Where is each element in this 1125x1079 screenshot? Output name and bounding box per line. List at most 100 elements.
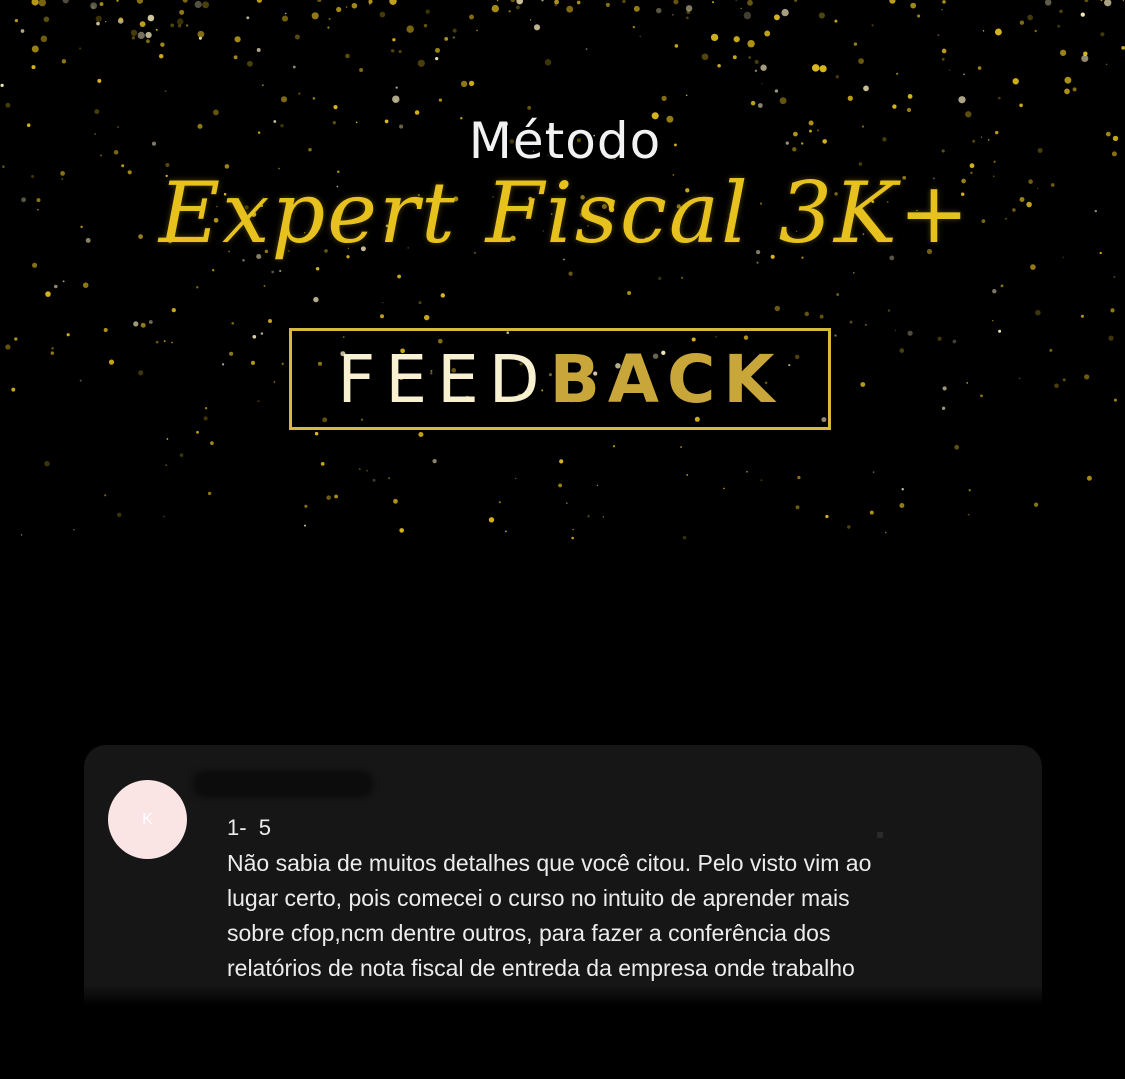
sparkle-dot xyxy=(774,305,781,312)
sparkle-dot xyxy=(31,0,39,6)
sparkle-dot xyxy=(406,25,414,33)
feedback-post: Método Expert Fiscal 3K+ FEED BACK K ▪ 1-… xyxy=(0,0,1125,1079)
sparkle-dot xyxy=(171,341,173,344)
sparkle-dot xyxy=(328,18,331,20)
sparkle-dot xyxy=(1030,264,1036,270)
sparkle-dot xyxy=(163,515,165,518)
sparkle-dot xyxy=(268,319,272,323)
sparkle-dot xyxy=(743,11,752,20)
sparkle-dot xyxy=(661,95,667,102)
sparkle-dot xyxy=(712,1,714,4)
sparkle-dot xyxy=(899,502,905,509)
sparkle-dot xyxy=(968,489,971,492)
sparkle-dot xyxy=(116,0,119,2)
sparkle-dot xyxy=(994,28,1002,36)
sparkle-dot xyxy=(229,351,234,356)
sparkle-dot xyxy=(1122,0,1125,2)
sparkle-dot xyxy=(819,65,827,73)
redacted-commenter-name xyxy=(192,770,374,798)
sparkle-dot xyxy=(73,529,75,531)
sparkle-dot xyxy=(733,36,740,43)
sparkle-dot xyxy=(884,531,887,534)
sparkle-dot xyxy=(204,407,208,410)
sparkle-dot xyxy=(1110,308,1115,313)
sparkle-dot xyxy=(781,8,789,17)
sparkle-dot xyxy=(952,339,957,344)
sparkle-dot xyxy=(171,307,176,313)
sparkle-dot xyxy=(280,96,288,103)
sparkle-dot xyxy=(605,2,610,7)
sparkle-dot xyxy=(602,516,605,518)
sparkle-dot xyxy=(672,14,674,16)
sparkle-dot xyxy=(1080,12,1085,17)
sparkle-dot xyxy=(444,36,449,41)
sparkle-dot xyxy=(395,86,398,89)
sparkle-dot xyxy=(105,20,107,23)
sparkle-dot xyxy=(176,18,184,25)
sparkle-dot xyxy=(95,15,102,22)
sparkle-dot xyxy=(452,36,455,39)
sparkle-dot xyxy=(907,330,913,336)
sparkle-dot xyxy=(1062,378,1066,382)
sparkle-dot xyxy=(66,333,70,337)
sparkle-dot xyxy=(182,0,188,3)
bottom-fade-overlay xyxy=(0,985,1125,1079)
sparkle-dot xyxy=(79,379,82,382)
sparkle-dot xyxy=(682,536,687,540)
sparkle-dot xyxy=(460,80,468,88)
sparkle-dot xyxy=(622,0,626,4)
sparkle-dot xyxy=(476,29,478,32)
sparkle-dot xyxy=(896,72,899,75)
sparkle-dot xyxy=(572,528,574,531)
sparkle-dot xyxy=(20,534,23,536)
sparkle-dot xyxy=(1059,9,1063,14)
sparkle-dot xyxy=(887,309,891,312)
sparkle-dot xyxy=(673,0,679,5)
sparkle-dot xyxy=(1081,54,1089,63)
sparkle-dot xyxy=(633,5,640,12)
card-corner-mark: ▪ xyxy=(876,827,885,841)
sparkle-dot xyxy=(750,100,756,106)
sparkle-dot xyxy=(54,284,58,289)
sparkle-dot xyxy=(568,271,573,276)
sparkle-dot xyxy=(516,5,520,10)
sparkle-dot xyxy=(488,517,495,523)
sparkle-dot xyxy=(79,47,82,50)
course-title: Expert Fiscal 3K+ xyxy=(158,164,972,262)
sparkle-dot xyxy=(108,359,115,365)
sparkle-dot xyxy=(869,510,874,515)
sparkle-dot xyxy=(273,381,276,383)
sparkle-dot xyxy=(82,282,89,288)
sparkle-dot xyxy=(685,5,693,12)
sparkle-dot xyxy=(541,0,544,2)
sparkle-dot xyxy=(544,59,552,66)
sparkle-dot xyxy=(399,528,405,533)
sparkle-dot xyxy=(380,314,384,319)
sparkle-dot xyxy=(565,502,568,505)
sparkle-dot xyxy=(942,0,946,4)
sparkle-dot xyxy=(256,0,263,3)
sparkle-dot xyxy=(313,296,319,303)
sparkle-dot xyxy=(40,35,48,43)
sparkle-dot xyxy=(889,0,896,4)
sparkle-dot xyxy=(1034,29,1037,33)
sparkle-dot xyxy=(1018,377,1021,380)
sparkle-dot xyxy=(658,276,662,281)
sparkle-dot xyxy=(1105,63,1108,66)
sparkle-dot xyxy=(717,63,721,68)
sparkle-dot xyxy=(686,474,689,476)
sparkle-dot xyxy=(20,29,25,33)
sparkle-dot xyxy=(685,16,689,20)
sparkle-dot xyxy=(14,18,19,23)
sparkle-dot xyxy=(1019,20,1025,25)
sparkle-dot xyxy=(527,105,532,110)
sparkle-dot xyxy=(685,94,688,96)
sparkle-dot xyxy=(966,382,968,384)
sparkle-dot xyxy=(61,59,67,64)
sparkle-dot xyxy=(991,319,994,322)
sparkle-dot xyxy=(701,53,709,61)
comment-line: Não sabia de muitos detalhes que você ci… xyxy=(227,850,872,876)
sparkle-dot xyxy=(818,12,825,19)
sparkle-dot xyxy=(710,33,719,42)
sparkle-dot xyxy=(136,0,144,4)
